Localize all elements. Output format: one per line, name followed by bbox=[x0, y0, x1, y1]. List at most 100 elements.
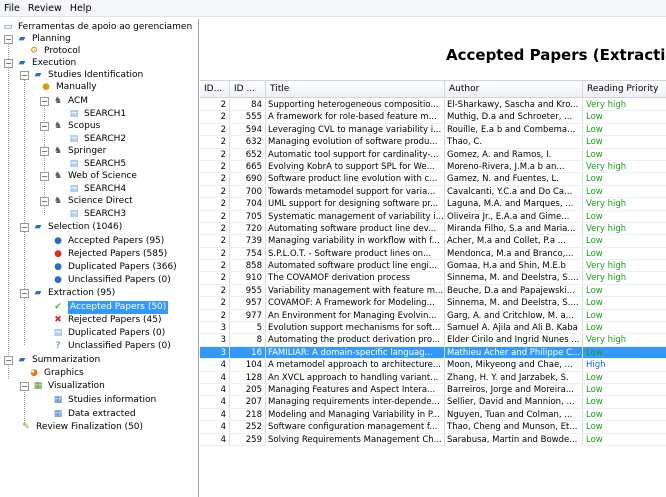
column-header-reading-priority[interactable]: Reading Priority bbox=[583, 81, 666, 98]
collapse-toggle-icon[interactable]: − bbox=[40, 122, 49, 131]
tree-item[interactable]: ● Duplicated Papers (366) bbox=[52, 261, 177, 274]
collapse-toggle-icon[interactable]: − bbox=[40, 97, 49, 106]
tree-item[interactable]: ▦ Studies information bbox=[52, 394, 156, 407]
table-row[interactable]: 2 665 Evolving KobrA to support SPL for We… bbox=[200, 160, 666, 174]
tree-item[interactable]: − ♞ Science Direct bbox=[40, 195, 133, 208]
collapse-toggle-icon[interactable]: − bbox=[20, 382, 29, 391]
tree-item-label: Selection (1046) bbox=[48, 222, 123, 232]
table-row[interactable]: 3 8 Automating the product derivation pro.… bbox=[200, 334, 666, 347]
column-header-id1[interactable]: ID... bbox=[200, 81, 230, 98]
table-row[interactable]: 2 957 COVAMOF: A Framework for Modeling...… bbox=[200, 297, 666, 310]
table-row[interactable]: 4 207 Managing requirements inter-depende.… bbox=[200, 396, 666, 409]
tree-guide-line bbox=[24, 226, 25, 289]
table-row[interactable]: 2 700 Towards metamodel support for varia.… bbox=[200, 185, 666, 199]
cell-author: Laguna, M.A. and Marques, ... bbox=[445, 198, 583, 210]
cell-author: Thao, C. bbox=[445, 136, 583, 148]
cell-id1: 2 bbox=[200, 260, 230, 272]
tree-item[interactable]: − ♞ Scopus bbox=[40, 120, 100, 133]
cell-id1: 2 bbox=[200, 123, 230, 136]
table-row[interactable]: 2 739 Managing variability in workflow wit… bbox=[200, 235, 666, 248]
cell-author: Gomaa, H.a and Shin, M.E.b bbox=[445, 260, 583, 272]
collapse-toggle-icon[interactable]: − bbox=[40, 197, 49, 206]
tree-item[interactable]: − ♞ Web of Science bbox=[40, 170, 137, 183]
table-row[interactable]: 2 594 Leveraging CVL to manage variability… bbox=[200, 123, 666, 137]
table-row[interactable]: 2 652 Automatic tool support for cardinali… bbox=[200, 148, 666, 161]
column-header-id2[interactable]: ID ... bbox=[230, 81, 266, 98]
table-row[interactable]: 2 858 Automated software product line engi… bbox=[200, 260, 666, 273]
cell-title: Managing Features and Aspect Intera... bbox=[266, 383, 445, 396]
tree-item[interactable]: ● Manually bbox=[40, 81, 96, 94]
tree-item[interactable]: − ▦ Visualization bbox=[20, 380, 105, 393]
tree-item[interactable]: ▤ Duplicated Papers (0) bbox=[52, 327, 166, 340]
table-row[interactable]: 4 259 Solving Requirements Management Ch..… bbox=[200, 433, 666, 446]
table-row[interactable]: 2 910 The COVAMOF derivation process Sinnem… bbox=[200, 272, 666, 285]
table-row[interactable]: 4 252 Software configuration management f.… bbox=[200, 421, 666, 434]
menu-file[interactable]: File bbox=[4, 3, 20, 14]
tree-item[interactable]: − ♞ Springer bbox=[40, 145, 106, 158]
table-row[interactable]: 2 754 S.P.L.O.T. - Software product lines … bbox=[200, 247, 666, 261]
cell-id2: 16 bbox=[230, 346, 266, 359]
table-row[interactable]: 2 632 Managing evolution of software produ… bbox=[200, 136, 666, 149]
table-row[interactable]: 2 955 Variability management with feature … bbox=[200, 284, 666, 298]
tree-item[interactable]: ✔ Accepted Papers (50) bbox=[52, 301, 169, 314]
tree-item-label: Unclassified Papers (0) bbox=[68, 275, 171, 285]
tree-item[interactable]: − ▰ Extraction (95) bbox=[20, 287, 115, 300]
column-header-title[interactable]: Title bbox=[266, 81, 445, 98]
table-row[interactable]: 3 5 Evolution support mechanisms for soft.… bbox=[200, 322, 666, 335]
table-row[interactable]: 2 705 Systematic management of variability… bbox=[200, 210, 666, 223]
table-row[interactable]: 4 218 Modeling and Managing Variability in… bbox=[200, 408, 666, 422]
table-row[interactable]: 4 205 Managing Features and Aspect Intera.… bbox=[200, 383, 666, 397]
cell-id1: 2 bbox=[200, 198, 230, 210]
menu-help[interactable]: Help bbox=[70, 3, 92, 14]
tree-item[interactable]: − ▰ Selection (1046) bbox=[20, 221, 122, 234]
table-row[interactable]: 2 555 A framework for role-based feature m… bbox=[200, 111, 666, 124]
collapse-toggle-icon[interactable]: − bbox=[20, 289, 29, 298]
cell-reading-priority: Low bbox=[583, 310, 666, 321]
table-row[interactable]: 2 84 Supporting heterogeneous compositio..… bbox=[200, 99, 666, 112]
tree-item[interactable]: ● Unclassified Papers (0) bbox=[52, 274, 171, 287]
cell-title: An XVCL approach to handling variant... bbox=[266, 371, 445, 383]
tree-item[interactable]: ▦ Data extracted bbox=[52, 408, 136, 421]
cell-author: Beuche, D.a and Papajewski... bbox=[445, 284, 583, 297]
cell-author: Gamez, N. and Fuentes, L. bbox=[445, 173, 583, 185]
cell-id2: 252 bbox=[230, 421, 266, 433]
table-row[interactable]: 2 977 An Environment for Managing Evolvin.… bbox=[200, 309, 666, 323]
table-row[interactable]: 3 16 FAMILIAR: A domain-specific languag..… bbox=[200, 346, 666, 360]
table-row[interactable]: 4 128 An XVCL approach to handling variant… bbox=[200, 371, 666, 384]
collapse-toggle-icon[interactable]: − bbox=[4, 35, 13, 44]
tree-item[interactable]: ✖ Rejected Papers (45) bbox=[52, 314, 161, 327]
tree-item[interactable]: ● Rejected Papers (585) bbox=[52, 248, 167, 261]
menu-review[interactable]: Review bbox=[28, 3, 62, 14]
tree-item[interactable]: ? Unclassified Papers (0) bbox=[52, 340, 171, 353]
visualization-icon: ▦ bbox=[33, 381, 43, 391]
collapse-toggle-icon[interactable]: − bbox=[4, 59, 13, 68]
panel-title: Accepted Papers (Extractio bbox=[446, 46, 666, 64]
cell-id1: 4 bbox=[200, 383, 230, 396]
cell-id1: 4 bbox=[200, 371, 230, 383]
table-row[interactable]: 2 720 Automating software product line dev… bbox=[200, 222, 666, 236]
tree-item[interactable]: ✎ Review Finalization (50) bbox=[20, 421, 143, 434]
collapse-toggle-icon[interactable]: − bbox=[40, 147, 49, 156]
cell-reading-priority: Low bbox=[583, 297, 666, 308]
duplicated-icon: ● bbox=[54, 262, 62, 272]
cell-id2: 594 bbox=[230, 123, 266, 136]
cell-reading-priority: Low bbox=[583, 285, 666, 296]
cell-author: El-Sharkawy, Sascha and Kro... bbox=[445, 99, 583, 111]
tree-item[interactable]: − ♞ ACM bbox=[40, 95, 88, 108]
collapse-toggle-icon[interactable]: − bbox=[20, 71, 29, 80]
cell-id2: 218 bbox=[230, 408, 266, 421]
collapse-toggle-icon[interactable]: − bbox=[40, 172, 49, 181]
tree-item[interactable]: ▤ SEARCH3 bbox=[60, 208, 126, 221]
tree-item[interactable]: ◕ Graphics bbox=[28, 367, 84, 380]
collapse-toggle-icon[interactable]: − bbox=[4, 356, 13, 365]
tree-item[interactable]: ● Accepted Papers (95) bbox=[52, 235, 164, 248]
table-row[interactable]: 2 690 Software product line evolution with… bbox=[200, 173, 666, 186]
cell-author: Thao, Cheng and Munson, Et... bbox=[445, 421, 583, 433]
column-header-author[interactable]: Author bbox=[445, 81, 583, 98]
collapse-toggle-icon[interactable]: − bbox=[20, 223, 29, 232]
cell-reading-priority: Low bbox=[583, 434, 666, 445]
cell-author: Elder Cirilo and Ingrid Nunes ... bbox=[445, 334, 583, 346]
table-row[interactable]: 2 704 UML support for designing software p… bbox=[200, 198, 666, 211]
tree-item[interactable]: − ▰ Summarization bbox=[4, 354, 100, 367]
table-row[interactable]: 4 104 A metamodel approach to architecture… bbox=[200, 359, 666, 372]
